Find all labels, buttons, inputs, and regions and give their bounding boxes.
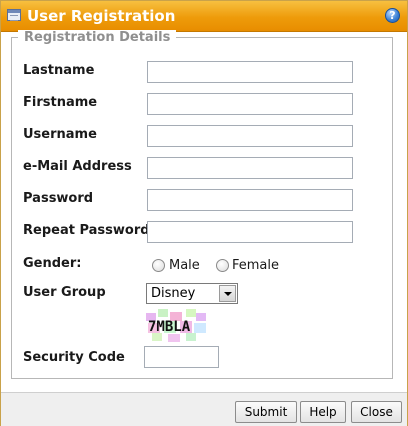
lastname-label: Lastname [23, 63, 95, 78]
security-code-label: Security Code [23, 350, 125, 365]
help-icon[interactable]: ? [385, 8, 400, 23]
window-title: User Registration [27, 7, 176, 25]
firstname-label: Firstname [23, 95, 98, 110]
title-bar[interactable]: User Registration ? [1, 1, 407, 32]
chevron-down-icon[interactable] [219, 285, 236, 302]
user-group-select[interactable]: Disney [146, 283, 238, 304]
fieldset-legend: Registration Details [18, 30, 177, 45]
user-group-selected-value: Disney [151, 286, 196, 301]
firstname-input[interactable] [147, 93, 353, 115]
gender-female-label[interactable]: Female [232, 258, 279, 273]
captcha-image: 7MBLA [146, 309, 208, 343]
security-code-input[interactable] [144, 346, 219, 368]
email-input[interactable] [147, 157, 353, 179]
repeat-password-input[interactable] [147, 221, 353, 243]
gender-male-radio[interactable] [152, 259, 165, 272]
button-bar: Submit Help Close [1, 392, 407, 426]
gender-label: Gender: [23, 256, 82, 271]
lastname-input[interactable] [147, 61, 353, 83]
registration-window: User Registration ? Registration Details… [0, 0, 408, 426]
submit-button[interactable]: Submit [235, 401, 297, 423]
close-button[interactable]: Close [351, 401, 402, 423]
username-label: Username [23, 127, 97, 142]
username-input[interactable] [147, 125, 353, 147]
user-group-label: User Group [23, 285, 106, 300]
help-button[interactable]: Help [300, 401, 346, 423]
window-form-icon [7, 9, 21, 21]
captcha-text: 7MBLA [148, 319, 191, 335]
password-input[interactable] [147, 189, 353, 211]
gender-male-label[interactable]: Male [169, 258, 200, 273]
repeat-password-label: Repeat Password [23, 223, 150, 238]
email-label: e-Mail Address [23, 159, 132, 174]
gender-female-radio[interactable] [216, 259, 229, 272]
password-label: Password [23, 191, 94, 206]
